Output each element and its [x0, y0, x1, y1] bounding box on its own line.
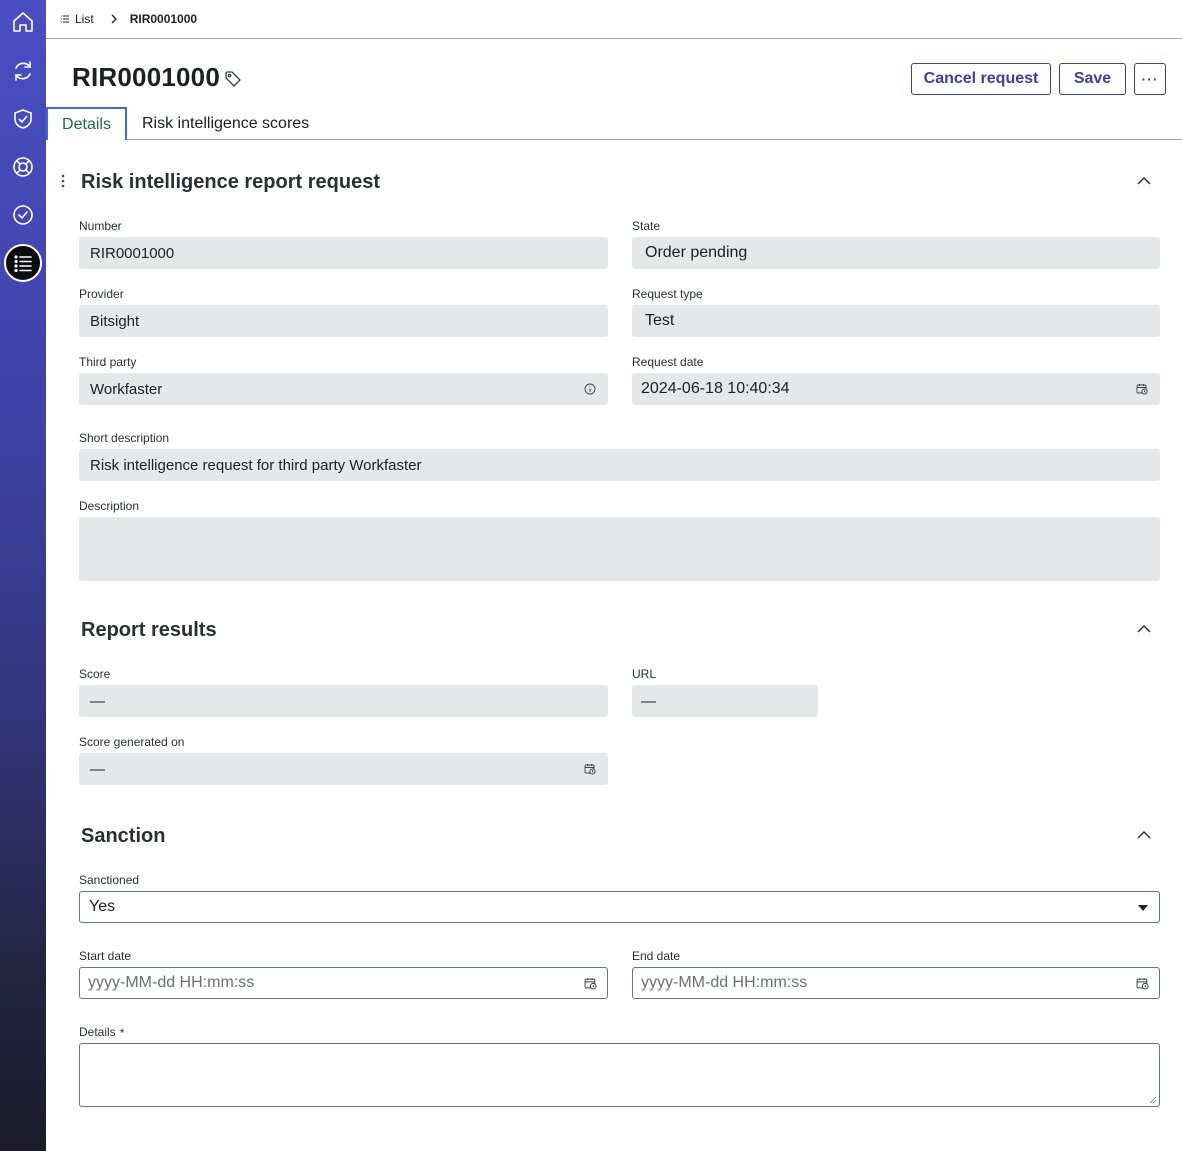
third-party-value: Workfaster [90, 380, 163, 398]
state-value: Order pending [645, 244, 748, 261]
short-description-field[interactable]: Risk intelligence request for third part… [79, 449, 1160, 481]
caret-down-icon [1138, 905, 1148, 911]
drag-handle-icon[interactable] [61, 174, 65, 188]
required-marker: * [119, 1026, 125, 1040]
breadcrumb-list-link[interactable]: List [60, 12, 94, 26]
calendar-clock-icon[interactable] [1136, 383, 1148, 395]
tag-icon[interactable] [224, 70, 242, 88]
home-icon[interactable] [4, 3, 42, 41]
request-type-field[interactable]: Test [632, 305, 1160, 337]
page-title: RIR0001000 [72, 62, 220, 92]
sanctioned-value: Yes [89, 898, 116, 915]
score-generated-on-label: Score generated on [79, 735, 185, 749]
chevron-up-icon[interactable] [1137, 176, 1151, 185]
end-date-input[interactable]: yyyy-MM-dd HH:mm:ss [632, 967, 1160, 999]
details-textarea[interactable] [79, 1043, 1160, 1107]
chevron-up-icon[interactable] [1137, 624, 1151, 633]
breadcrumb: List RIR0001000 [46, 0, 1182, 39]
request-date-label: Request date [632, 355, 704, 369]
save-button[interactable]: Save [1059, 63, 1126, 95]
details-label: Details * [79, 1025, 124, 1040]
calendar-clock-icon[interactable] [584, 763, 596, 775]
sanctioned-label: Sanctioned [79, 873, 140, 887]
state-field[interactable]: Order pending [632, 237, 1160, 269]
start-date-label: Start date [79, 949, 132, 963]
breadcrumb-list-label: List [75, 12, 94, 26]
provider-value: Bitsight [90, 312, 140, 330]
section-title-sanction: Sanction [81, 825, 166, 847]
cancel-request-button[interactable]: Cancel request [911, 63, 1051, 95]
number-value: RIR0001000 [90, 244, 175, 262]
score-field[interactable]: — [79, 685, 608, 717]
chevron-up-icon[interactable] [1137, 830, 1151, 839]
number-field[interactable]: RIR0001000 [79, 237, 608, 269]
check-circle-icon[interactable] [4, 196, 42, 234]
score-generated-on-value: — [90, 760, 105, 778]
third-party-field[interactable]: Workfaster [79, 373, 608, 405]
shield-check-icon[interactable] [4, 100, 42, 138]
url-label: URL [632, 667, 657, 681]
request-date-field[interactable]: 2024-06-18 10:40:34 [632, 373, 1160, 405]
section-title-results: Report results [81, 619, 217, 641]
calendar-clock-icon[interactable] [1136, 977, 1149, 990]
request-date-value: 2024-06-18 10:40:34 [641, 380, 790, 397]
list-icon[interactable] [4, 244, 42, 282]
start-date-placeholder: yyyy-MM-dd HH:mm:ss [88, 974, 255, 991]
url-value: — [641, 692, 656, 710]
score-value: — [90, 692, 105, 710]
resize-handle-icon[interactable] [1149, 1096, 1157, 1104]
calendar-clock-icon[interactable] [584, 977, 597, 990]
list-small-icon [61, 15, 69, 23]
description-field[interactable] [79, 517, 1160, 581]
short-description-label: Short description [79, 431, 170, 445]
chevron-right-icon [110, 14, 118, 24]
breadcrumb-current: RIR0001000 [129, 12, 198, 26]
description-label: Description [79, 499, 140, 513]
section-title-request: Risk intelligence report request [81, 171, 380, 193]
sanctioned-select[interactable]: Yes [79, 891, 1160, 923]
end-date-label: End date [632, 949, 681, 963]
more-actions-button[interactable]: ··· [1134, 63, 1166, 95]
end-date-placeholder: yyyy-MM-dd HH:mm:ss [641, 974, 808, 991]
number-label: Number [79, 219, 122, 233]
start-date-input[interactable]: yyyy-MM-dd HH:mm:ss [79, 967, 608, 999]
third-party-label: Third party [79, 355, 137, 369]
request-type-value: Test [645, 312, 675, 329]
info-icon[interactable] [584, 383, 596, 395]
details-label-text: Details [79, 1025, 116, 1039]
score-generated-on-field[interactable]: — [79, 753, 608, 785]
state-label: State [632, 219, 661, 233]
left-nav-rail [0, 0, 46, 1151]
provider-field[interactable]: Bitsight [79, 305, 608, 337]
tab-details[interactable]: Details [46, 107, 127, 140]
provider-label: Provider [79, 287, 124, 301]
url-field[interactable]: — [632, 685, 818, 717]
request-type-label: Request type [632, 287, 703, 301]
score-label: Score [79, 667, 111, 681]
tab-risk-intelligence-scores[interactable]: Risk intelligence scores [142, 107, 309, 140]
short-description-value: Risk intelligence request for third part… [90, 456, 422, 474]
lifebuoy-icon[interactable] [4, 148, 42, 186]
refresh-icon[interactable] [4, 52, 42, 90]
